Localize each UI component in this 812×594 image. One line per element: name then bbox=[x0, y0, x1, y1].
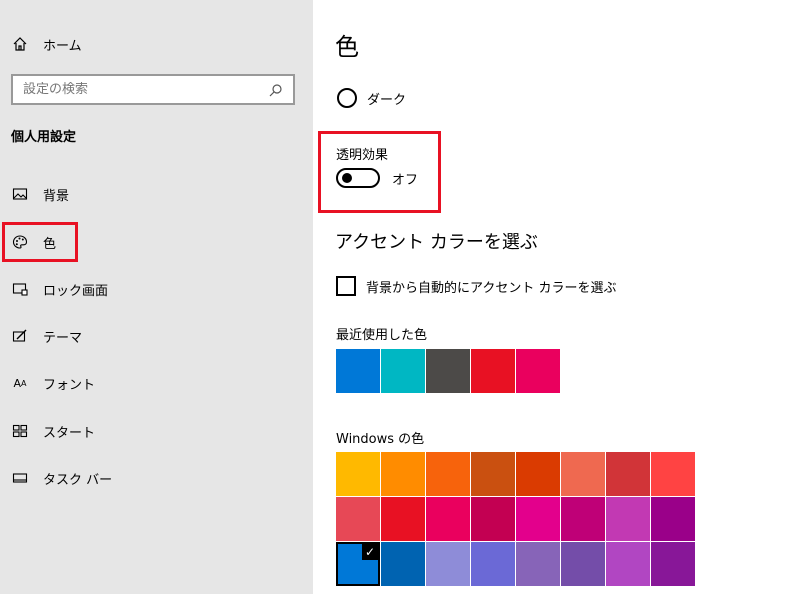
recent-colors-label: 最近使用した色 bbox=[336, 328, 428, 343]
sidebar-item-taskbar[interactable]: タスク バー bbox=[11, 465, 291, 491]
color-swatch[interactable] bbox=[561, 497, 605, 541]
color-swatch[interactable] bbox=[651, 497, 695, 541]
sidebar-item-label: テーマ bbox=[43, 330, 83, 346]
dark-mode-radio[interactable]: ダーク bbox=[337, 88, 406, 108]
home-icon bbox=[11, 35, 29, 53]
transparency-toggle-row[interactable]: オフ bbox=[336, 168, 418, 188]
sidebar-item-label: タスク バー bbox=[43, 472, 113, 488]
color-swatch[interactable] bbox=[426, 349, 470, 393]
font-icon: AA bbox=[13, 376, 27, 390]
toggle-knob bbox=[342, 173, 352, 183]
transparency-label: 透明効果 bbox=[336, 148, 389, 163]
color-swatch[interactable] bbox=[426, 497, 470, 541]
color-swatch[interactable] bbox=[336, 349, 380, 393]
sidebar-item-fonts[interactable]: AA フォント bbox=[11, 370, 291, 396]
sidebar-item-themes[interactable]: テーマ bbox=[11, 323, 291, 349]
page-title: 色 bbox=[335, 33, 359, 61]
color-swatch[interactable]: ✓ bbox=[336, 542, 380, 586]
color-swatch[interactable] bbox=[426, 452, 470, 496]
search-input[interactable] bbox=[23, 82, 267, 97]
sidebar-item-lock-screen[interactable]: ロック画面 bbox=[11, 276, 291, 302]
color-swatch[interactable] bbox=[516, 349, 560, 393]
color-swatch[interactable] bbox=[606, 497, 650, 541]
color-swatch[interactable] bbox=[381, 542, 425, 586]
sidebar-item-label: フォント bbox=[43, 377, 96, 393]
color-swatch[interactable] bbox=[426, 542, 470, 586]
taskbar-icon bbox=[11, 469, 29, 487]
toggle-state: オフ bbox=[392, 172, 419, 188]
color-swatch[interactable] bbox=[471, 452, 515, 496]
color-swatch[interactable] bbox=[336, 497, 380, 541]
color-swatch[interactable] bbox=[471, 349, 515, 393]
color-swatch[interactable] bbox=[516, 542, 560, 586]
sidebar-item-label: 背景 bbox=[43, 188, 70, 204]
color-swatch[interactable] bbox=[471, 542, 515, 586]
sidebar-item-colors[interactable]: 色 bbox=[2, 222, 78, 262]
picture-icon bbox=[11, 185, 29, 203]
sidebar: ホーム 個人用設定 背景 色 ロック画面 テーマ AA フォント bbox=[0, 0, 313, 594]
sidebar-item-label: ホーム bbox=[43, 38, 82, 54]
checkbox-label: 背景から自動的にアクセント カラーを選ぶ bbox=[366, 280, 617, 296]
lock-screen-icon bbox=[11, 280, 29, 298]
search-box[interactable] bbox=[11, 74, 295, 105]
sidebar-item-label: ロック画面 bbox=[43, 283, 109, 299]
transparency-toggle[interactable] bbox=[336, 168, 380, 188]
color-swatch[interactable] bbox=[561, 542, 605, 586]
main-content: 色 ダーク 透明効果 オフ アクセント カラーを選ぶ 背景から自動的にアクセント… bbox=[313, 0, 812, 594]
search-icon[interactable] bbox=[267, 81, 285, 99]
color-swatch[interactable] bbox=[651, 452, 695, 496]
palette-icon bbox=[11, 233, 29, 251]
start-icon bbox=[11, 422, 29, 440]
windows-colors-grid: ✓ bbox=[336, 452, 695, 586]
color-swatch[interactable] bbox=[336, 452, 380, 496]
sidebar-item-label: 色 bbox=[43, 236, 57, 252]
color-swatch[interactable] bbox=[651, 542, 695, 586]
recent-colors bbox=[336, 349, 560, 393]
color-swatch[interactable] bbox=[471, 497, 515, 541]
sidebar-item-background[interactable]: 背景 bbox=[11, 181, 291, 207]
auto-accent-checkbox-row[interactable]: 背景から自動的にアクセント カラーを選ぶ bbox=[336, 276, 616, 296]
sidebar-item-home[interactable]: ホーム bbox=[11, 32, 82, 56]
color-swatch[interactable] bbox=[516, 452, 560, 496]
color-swatch[interactable] bbox=[381, 349, 425, 393]
section-title: 個人用設定 bbox=[11, 130, 77, 145]
color-swatch[interactable] bbox=[606, 452, 650, 496]
checkmark-icon: ✓ bbox=[362, 544, 378, 560]
color-swatch[interactable] bbox=[606, 542, 650, 586]
radio-label: ダーク bbox=[367, 92, 407, 108]
theme-icon bbox=[11, 327, 29, 345]
color-swatch[interactable] bbox=[516, 497, 560, 541]
accent-heading: アクセント カラーを選ぶ bbox=[335, 232, 538, 253]
auto-accent-checkbox[interactable] bbox=[336, 276, 356, 296]
color-swatch[interactable] bbox=[561, 452, 605, 496]
sidebar-item-start[interactable]: スタート bbox=[11, 418, 291, 444]
color-swatch[interactable] bbox=[381, 497, 425, 541]
sidebar-item-label: スタート bbox=[43, 425, 96, 441]
color-swatch[interactable] bbox=[381, 452, 425, 496]
radio-button[interactable] bbox=[337, 88, 357, 108]
windows-colors-label: Windows の色 bbox=[336, 432, 425, 447]
